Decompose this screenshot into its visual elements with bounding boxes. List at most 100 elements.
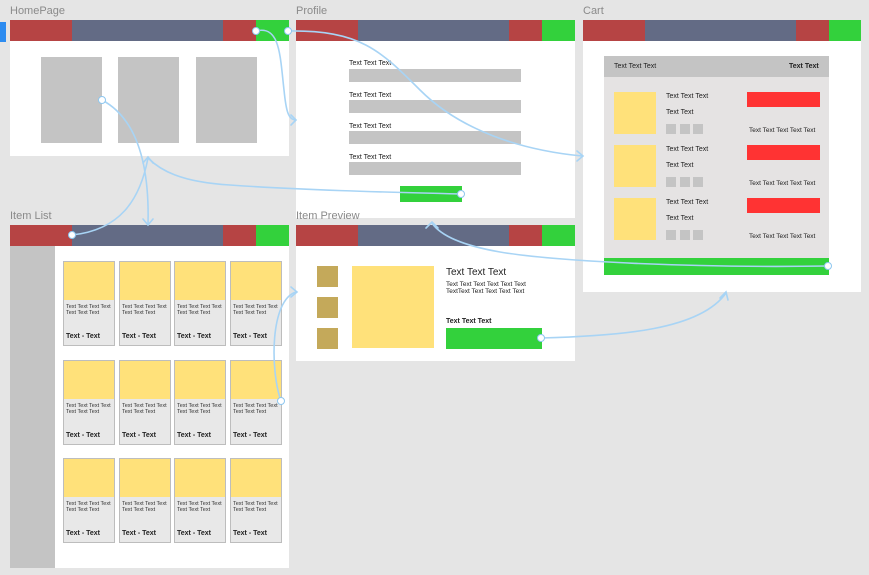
- nav-logo-block[interactable]: [10, 225, 72, 246]
- cart-item-image[interactable]: [614, 92, 656, 134]
- product-card[interactable]: Text Text Text Text Text Text Text Text -…: [119, 360, 171, 445]
- cart-item-image[interactable]: [614, 145, 656, 187]
- cart-header: Text Text Text Text Text: [604, 56, 829, 77]
- field-label: Text Text Text: [349, 92, 392, 99]
- nav-menu-block[interactable]: [358, 225, 509, 246]
- cart-item-image[interactable]: [614, 198, 656, 240]
- featured-image[interactable]: [196, 57, 257, 143]
- nav-profile-block[interactable]: [509, 225, 542, 246]
- nav-logo-block[interactable]: [296, 20, 358, 41]
- quantity-box[interactable]: [680, 230, 690, 240]
- nav-cart-block[interactable]: [542, 20, 575, 41]
- profile-input-field[interactable]: [349, 131, 521, 144]
- navbar: [296, 20, 575, 41]
- product-description: Text Text Text Text Text Text Text: [177, 403, 222, 415]
- link-handle[interactable]: [537, 334, 545, 342]
- nav-cart-block[interactable]: [829, 20, 861, 41]
- preview-description: Text Text Text Text Text Text TextText T…: [446, 281, 526, 295]
- quantity-box[interactable]: [680, 177, 690, 187]
- frame-homepage[interactable]: [10, 20, 289, 156]
- nav-menu-block[interactable]: [72, 225, 223, 246]
- product-card[interactable]: Text Text Text Text Text Text Text Text -…: [119, 261, 171, 346]
- frame-cart[interactable]: Text Text Text Text Text Text Text Text …: [583, 20, 861, 292]
- quantity-box[interactable]: [693, 230, 703, 240]
- product-description: Text Text Text Text Text Text Text: [233, 501, 278, 513]
- link-item-list-to-homepage: [71, 157, 149, 236]
- frame-label-profile: Profile: [296, 5, 328, 17]
- preview-thumbnail[interactable]: [317, 266, 338, 287]
- cart-header-left: Text Text Text: [614, 63, 657, 70]
- product-title: Text - Text: [66, 432, 100, 439]
- product-image: [120, 361, 170, 399]
- product-card[interactable]: Text Text Text Text Text Text Text Text -…: [63, 360, 115, 445]
- cart-item-remove-button[interactable]: [747, 92, 820, 107]
- featured-image[interactable]: [118, 57, 179, 143]
- link-handle[interactable]: [68, 231, 76, 239]
- product-image: [64, 361, 114, 399]
- cart-item-title: Text Text Text: [666, 93, 709, 100]
- frame-label-item-list: Item List: [10, 210, 52, 222]
- link-handle[interactable]: [284, 27, 292, 35]
- filter-sidebar[interactable]: [10, 246, 55, 568]
- profile-input-field[interactable]: [349, 69, 521, 82]
- cart-panel: Text Text Text Text Text Text Text Text …: [604, 56, 829, 259]
- frame-item-list[interactable]: Text Text Text Text Text Text Text Text -…: [10, 225, 289, 568]
- nav-menu-block[interactable]: [72, 20, 223, 41]
- navbar: [10, 20, 289, 41]
- preview-thumbnail[interactable]: [317, 328, 338, 349]
- nav-profile-block[interactable]: [796, 20, 829, 41]
- product-image: [64, 262, 114, 300]
- quantity-box[interactable]: [666, 177, 676, 187]
- preview-thumbnail[interactable]: [317, 297, 338, 318]
- link-handle[interactable]: [824, 262, 832, 270]
- nav-profile-block[interactable]: [509, 20, 542, 41]
- profile-input-field[interactable]: [349, 162, 521, 175]
- product-card[interactable]: Text Text Text Text Text Text Text Text -…: [119, 458, 171, 543]
- product-card[interactable]: Text Text Text Text Text Text Text Text -…: [174, 458, 226, 543]
- nav-logo-block[interactable]: [10, 20, 72, 41]
- cart-item-remove-button[interactable]: [747, 145, 820, 160]
- product-image: [120, 262, 170, 300]
- product-card[interactable]: Text Text Text Text Text Text Text Text -…: [174, 261, 226, 346]
- product-description: Text Text Text Text Text Text Text: [122, 501, 167, 513]
- product-card[interactable]: Text Text Text Text Text Text Text Text -…: [174, 360, 226, 445]
- frame-item-preview[interactable]: Text Text Text Text Text Text Text Text …: [296, 225, 575, 361]
- arrow-head: [719, 290, 729, 301]
- profile-input-field[interactable]: [349, 100, 521, 113]
- quantity-box[interactable]: [693, 177, 703, 187]
- link-handle[interactable]: [98, 96, 106, 104]
- product-card[interactable]: Text Text Text Text Text Text Text Text -…: [63, 261, 115, 346]
- product-card[interactable]: Text Text Text Text Text Text Text Text -…: [230, 458, 282, 543]
- product-card[interactable]: Text Text Text Text Text Text Text Text -…: [230, 360, 282, 445]
- quantity-box[interactable]: [693, 124, 703, 134]
- cart-item-note: Text Text Text Text Text: [749, 127, 816, 134]
- nav-logo-block[interactable]: [296, 225, 358, 246]
- nav-cart-block[interactable]: [542, 225, 575, 246]
- checkout-button[interactable]: [604, 258, 829, 275]
- link-handle[interactable]: [457, 190, 465, 198]
- product-title: Text - Text: [177, 333, 211, 340]
- featured-image[interactable]: [41, 57, 102, 143]
- product-card[interactable]: Text Text Text Text Text Text Text Text -…: [63, 458, 115, 543]
- frame-profile[interactable]: Text Text Text Text Text Text Text Text …: [296, 20, 575, 218]
- nav-profile-block[interactable]: [223, 225, 256, 246]
- nav-menu-block[interactable]: [645, 20, 796, 41]
- cart-item-remove-button[interactable]: [747, 198, 820, 213]
- nav-cart-block[interactable]: [256, 225, 289, 246]
- product-description: Text Text Text Text Text Text Text: [233, 403, 278, 415]
- link-handle[interactable]: [252, 27, 260, 35]
- profile-save-button[interactable]: [400, 186, 462, 202]
- link-handle[interactable]: [277, 397, 285, 405]
- product-title: Text - Text: [233, 530, 267, 537]
- add-to-cart-button[interactable]: [446, 328, 542, 349]
- product-card[interactable]: Text Text Text Text Text Text Text Text -…: [230, 261, 282, 346]
- product-title: Text - Text: [66, 530, 100, 537]
- cart-item-note: Text Text Text Text Text: [749, 233, 816, 240]
- product-title: Text - Text: [177, 530, 211, 537]
- quantity-box[interactable]: [666, 124, 676, 134]
- nav-menu-block[interactable]: [358, 20, 509, 41]
- frame-label-cart: Cart: [583, 5, 604, 17]
- nav-logo-block[interactable]: [583, 20, 645, 41]
- quantity-box[interactable]: [666, 230, 676, 240]
- quantity-box[interactable]: [680, 124, 690, 134]
